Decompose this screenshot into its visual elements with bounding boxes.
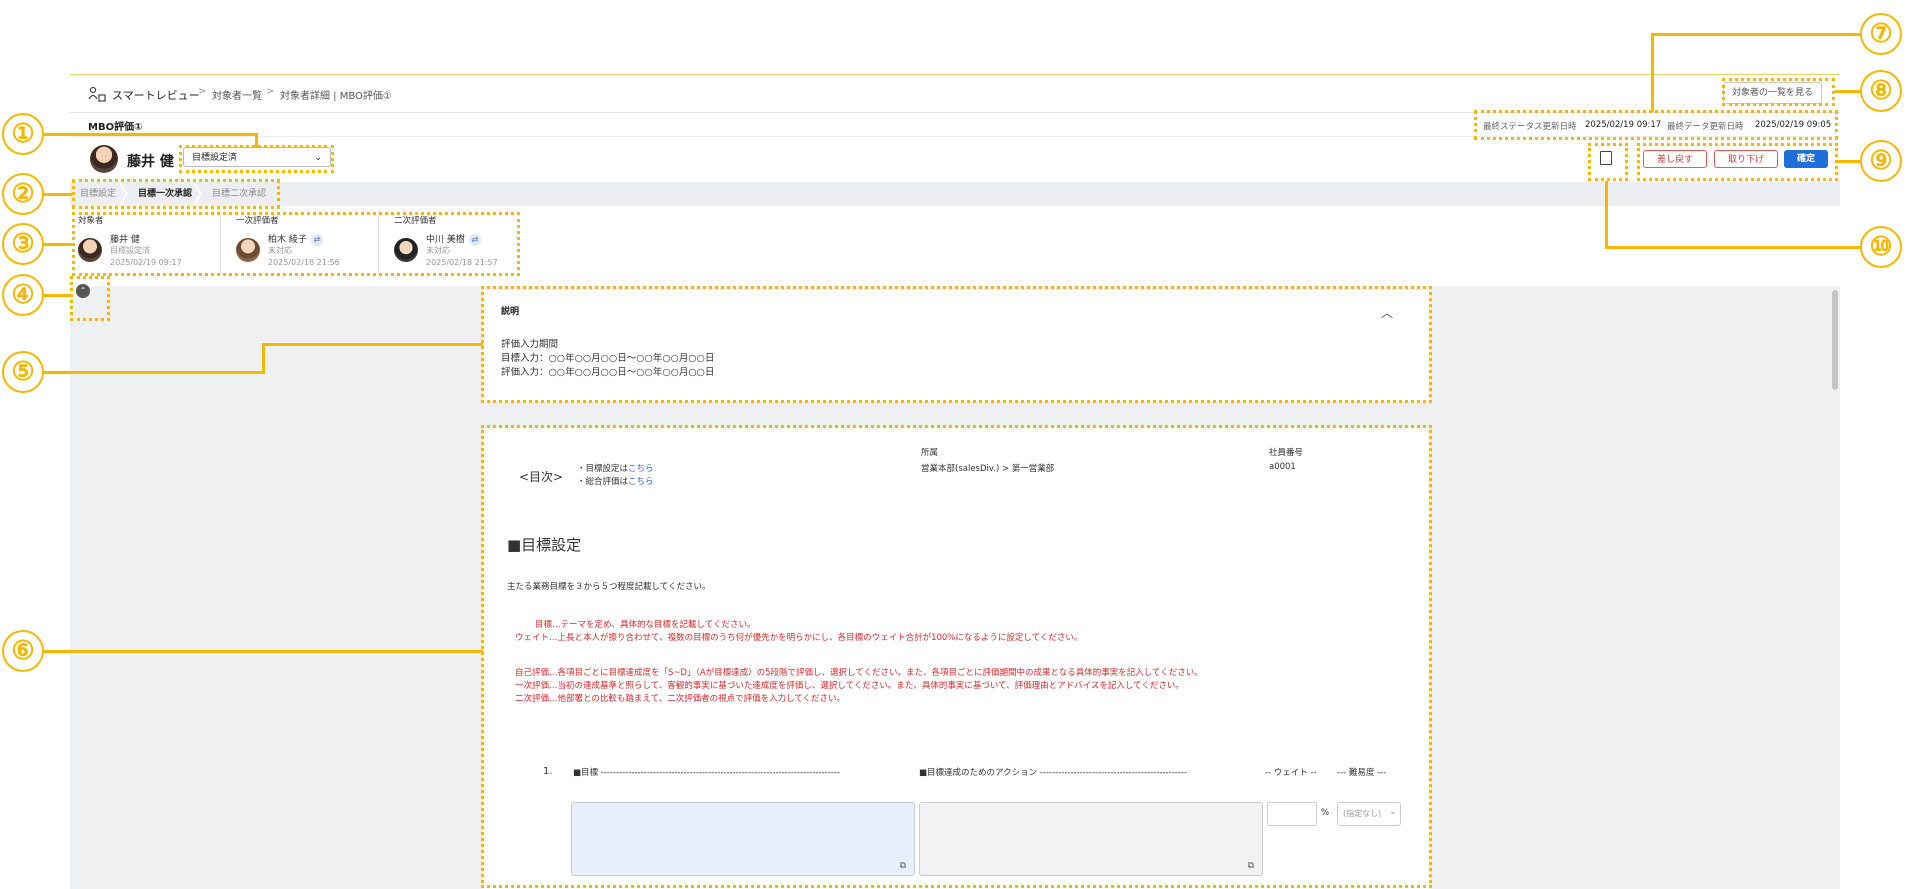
- top-divider: [70, 74, 1840, 75]
- breadcrumb-item-current: 対象者詳細 | MBO評価①: [280, 91, 392, 102]
- annotation-connector: [42, 294, 70, 297]
- annotation-connector: [1835, 90, 1862, 93]
- annotation-connector: [1605, 246, 1862, 249]
- breadcrumb-bar: スマートレビュー > 対象者一覧 > 対象者詳細 | MBO評価① 対象者の一覧…: [70, 76, 1840, 113]
- annotation-box-9: [1637, 143, 1838, 181]
- annotation-connector: [42, 371, 264, 374]
- annotation-connector: [1605, 181, 1608, 247]
- user-name: 藤井 健: [127, 154, 174, 170]
- avatar: [90, 145, 118, 173]
- annotation-connector: [1838, 160, 1862, 163]
- annotation-connector: [1651, 33, 1654, 112]
- breadcrumb-app[interactable]: スマートレビュー: [112, 87, 200, 103]
- user-bar: 藤井 健 目標設定済 ⌄ 差し戻す 取り下げ 確定: [70, 137, 1840, 179]
- annotation-connector: [255, 133, 258, 147]
- breadcrumb-separator: >: [266, 86, 275, 97]
- annotation-box-3: [72, 212, 520, 276]
- annotation-number-10: ⑩: [1860, 226, 1902, 268]
- annotation-number-1: ①: [2, 113, 44, 155]
- annotation-box-2: [72, 179, 280, 209]
- annotation-connector: [42, 193, 72, 196]
- annotation-box-10: [1588, 143, 1628, 181]
- annotation-box-8: [1722, 78, 1835, 106]
- annotation-box-1: [179, 145, 334, 173]
- breadcrumb-item-list[interactable]: 対象者一覧: [212, 87, 262, 102]
- workflow-steps: 目標設定 目標一次承認 目標二次承認: [70, 182, 1840, 206]
- annotation-connector: [1652, 33, 1862, 36]
- org-chart-icon: [88, 86, 106, 102]
- annotation-box-6: [481, 425, 1432, 888]
- scrollbar[interactable]: [1832, 290, 1838, 390]
- annotation-number-9: ⑨: [1860, 140, 1902, 182]
- annotation-number-4: ④: [2, 274, 44, 316]
- annotation-connector: [42, 650, 483, 653]
- annotation-connector: [262, 343, 265, 374]
- annotation-box-5: [481, 286, 1432, 403]
- annotation-connector: [42, 243, 72, 246]
- annotation-number-3: ③: [2, 223, 44, 265]
- annotation-number-2: ②: [2, 173, 44, 215]
- annotation-connector: [42, 133, 257, 136]
- annotation-number-7: ⑦: [1860, 13, 1902, 55]
- annotation-number-5: ⑤: [2, 351, 44, 393]
- breadcrumb-separator: >: [198, 86, 207, 97]
- page-title: MBO評価①: [88, 122, 143, 133]
- annotation-number-6: ⑥: [2, 630, 44, 672]
- annotation-box-7: [1474, 110, 1838, 140]
- annotation-number-8: ⑧: [1860, 70, 1902, 112]
- annotation-connector: [262, 343, 483, 346]
- annotation-box-4: [70, 276, 110, 321]
